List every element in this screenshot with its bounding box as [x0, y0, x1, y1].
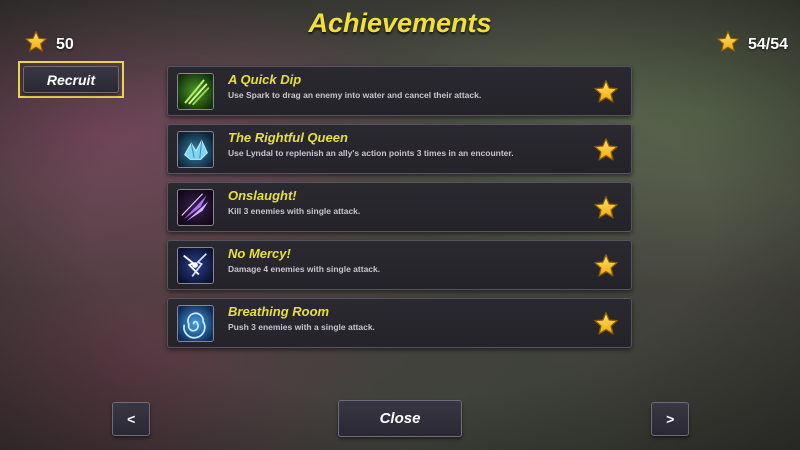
achievement-title: Onslaught!: [228, 188, 297, 203]
achievement-row[interactable]: Breathing Room Push 3 enemies with a sin…: [167, 298, 632, 348]
next-page-button[interactable]: >: [651, 402, 689, 436]
achievement-description: Damage 4 enemies with single attack.: [228, 264, 381, 274]
star-icon: [24, 30, 48, 59]
close-button[interactable]: Close: [338, 400, 462, 437]
achievement-title: The Rightful Queen: [228, 130, 348, 145]
lightning-burst-icon: [177, 247, 214, 284]
star-icon: [593, 311, 619, 337]
star-icon: [593, 79, 619, 105]
blue-vortex-icon: [177, 305, 214, 342]
achievement-description: Kill 3 enemies with single attack.: [228, 206, 361, 216]
star-icon: [593, 137, 619, 163]
purple-strike-icon: [177, 189, 214, 226]
achievement-row[interactable]: The Rightful Queen Use Lyndal to repleni…: [167, 124, 632, 174]
green-claw-slash-icon: [177, 73, 214, 110]
recruit-button[interactable]: Recruit: [23, 66, 119, 93]
star-currency-value: 50: [56, 35, 74, 53]
achievement-title: Breathing Room: [228, 304, 330, 319]
achievement-title: No Mercy!: [228, 246, 291, 261]
achievement-row[interactable]: A Quick Dip Use Spark to drag an enemy i…: [167, 66, 632, 116]
star-currency-left: 50: [24, 30, 74, 59]
achievement-list: A Quick Dip Use Spark to drag an enemy i…: [167, 66, 632, 356]
star-icon: [716, 30, 740, 59]
achievement-description: Use Spark to drag an enemy into water an…: [228, 90, 482, 100]
achievement-progress-value: 54/54: [747, 35, 788, 53]
star-icon: [593, 253, 619, 279]
achievement-title: A Quick Dip: [228, 72, 302, 87]
achievement-row[interactable]: No Mercy! Damage 4 enemies with single a…: [167, 240, 632, 290]
achievement-description: Use Lyndal to replenish an ally's action…: [228, 148, 514, 158]
previous-page-button[interactable]: <: [112, 402, 150, 436]
achievement-description: Push 3 enemies with a single attack.: [228, 322, 375, 332]
achievement-row[interactable]: Onslaught! Kill 3 enemies with single at…: [167, 182, 632, 232]
star-icon: [593, 195, 619, 221]
blue-crystal-icon: [177, 131, 214, 168]
page-title: Achievements: [308, 8, 492, 38]
recruit-button-highlight: Recruit: [18, 61, 124, 98]
achievement-progress: 54/54: [716, 30, 788, 59]
